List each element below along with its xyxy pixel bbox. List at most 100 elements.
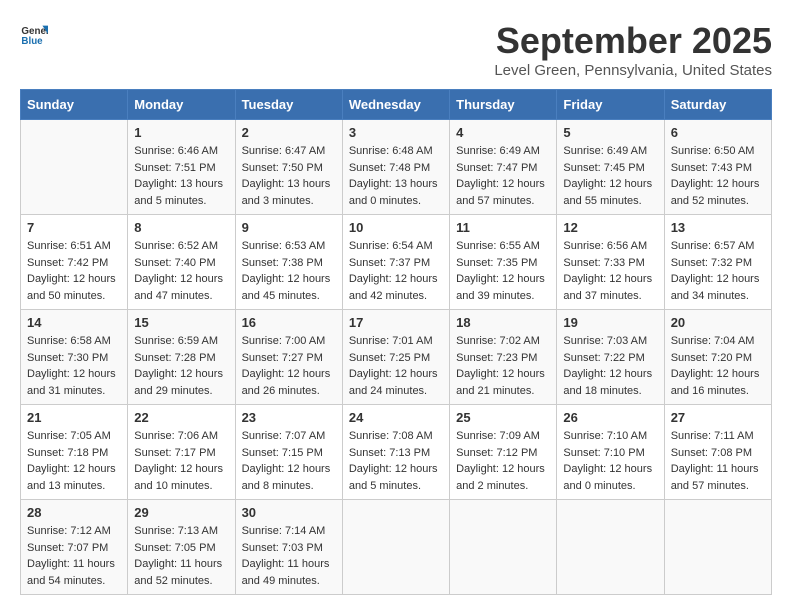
calendar-week-row: 7 Sunrise: 6:51 AM Sunset: 7:42 PM Daylig… bbox=[21, 215, 772, 310]
day-info: Sunrise: 7:01 AM Sunset: 7:25 PM Dayligh… bbox=[349, 333, 443, 399]
calendar-week-row: 21Sunrise: 7:05 AM Sunset: 7:18 PM Dayli… bbox=[21, 405, 772, 500]
days-of-week-row: SundayMondayTuesdayWednesdayThursdayFrid… bbox=[21, 90, 772, 120]
day-number: 11 bbox=[456, 220, 550, 235]
day-info: Sunrise: 7:07 AM Sunset: 7:15 PM Dayligh… bbox=[242, 428, 336, 494]
day-info: Sunrise: 6:51 AM Sunset: 7:42 PM Dayligh… bbox=[27, 238, 121, 304]
calendar-cell: 20Sunrise: 7:04 AM Sunset: 7:20 PM Dayli… bbox=[664, 310, 771, 405]
day-number: 1 bbox=[134, 125, 228, 140]
calendar-cell: 21Sunrise: 7:05 AM Sunset: 7:18 PM Dayli… bbox=[21, 405, 128, 500]
day-number: 23 bbox=[242, 410, 336, 425]
calendar-body: 1Sunrise: 6:46 AM Sunset: 7:51 PM Daylig… bbox=[21, 120, 772, 595]
day-info: Sunrise: 7:08 AM Sunset: 7:13 PM Dayligh… bbox=[349, 428, 443, 494]
calendar-cell: 25 Sunrise: 7:09 AM Sunset: 7:12 PM Dayli… bbox=[450, 405, 557, 500]
calendar-cell: 2 Sunrise: 6:47 AM Sunset: 7:50 PM Daylig… bbox=[235, 120, 342, 215]
day-number: 2 bbox=[242, 125, 336, 140]
day-number: 10 bbox=[349, 220, 443, 235]
day-number: 28 bbox=[27, 505, 121, 520]
day-info: Sunrise: 6:58 AM Sunset: 7:30 PM Dayligh… bbox=[27, 333, 121, 399]
calendar-cell: 8 Sunrise: 6:52 AM Sunset: 7:40 PM Daylig… bbox=[128, 215, 235, 310]
calendar-table: SundayMondayTuesdayWednesdayThursdayFrid… bbox=[20, 89, 772, 595]
day-number: 18 bbox=[456, 315, 550, 330]
calendar-cell: 1Sunrise: 6:46 AM Sunset: 7:51 PM Daylig… bbox=[128, 120, 235, 215]
day-of-week-header: Saturday bbox=[664, 90, 771, 120]
day-info: Sunrise: 7:05 AM Sunset: 7:18 PM Dayligh… bbox=[27, 428, 121, 494]
month-title: September 2025 bbox=[494, 20, 772, 62]
day-info: Sunrise: 7:06 AM Sunset: 7:17 PM Dayligh… bbox=[134, 428, 228, 494]
calendar-cell: 29 Sunrise: 7:13 AM Sunset: 7:05 PM Dayli… bbox=[128, 500, 235, 595]
calendar-cell: 23 Sunrise: 7:07 AM Sunset: 7:15 PM Dayli… bbox=[235, 405, 342, 500]
day-of-week-header: Tuesday bbox=[235, 90, 342, 120]
calendar-cell: 24 Sunrise: 7:08 AM Sunset: 7:13 PM Dayli… bbox=[342, 405, 449, 500]
calendar-cell: 19Sunrise: 7:03 AM Sunset: 7:22 PM Dayli… bbox=[557, 310, 664, 405]
calendar-cell: 27 Sunrise: 7:11 AM Sunset: 7:08 PM Dayli… bbox=[664, 405, 771, 500]
calendar-cell: 3 Sunrise: 6:48 AM Sunset: 7:48 PM Daylig… bbox=[342, 120, 449, 215]
calendar-cell: 10 Sunrise: 6:54 AM Sunset: 7:37 PM Dayli… bbox=[342, 215, 449, 310]
calendar-cell: 15Sunrise: 6:59 AM Sunset: 7:28 PM Dayli… bbox=[128, 310, 235, 405]
day-info: Sunrise: 6:53 AM Sunset: 7:38 PM Dayligh… bbox=[242, 238, 336, 304]
calendar-cell: 18 Sunrise: 7:02 AM Sunset: 7:23 PM Dayli… bbox=[450, 310, 557, 405]
day-number: 27 bbox=[671, 410, 765, 425]
day-number: 30 bbox=[242, 505, 336, 520]
day-info: Sunrise: 6:52 AM Sunset: 7:40 PM Dayligh… bbox=[134, 238, 228, 304]
day-info: Sunrise: 6:56 AM Sunset: 7:33 PM Dayligh… bbox=[563, 238, 657, 304]
day-info: Sunrise: 6:55 AM Sunset: 7:35 PM Dayligh… bbox=[456, 238, 550, 304]
day-info: Sunrise: 7:10 AM Sunset: 7:10 PM Dayligh… bbox=[563, 428, 657, 494]
day-number: 24 bbox=[349, 410, 443, 425]
day-info: Sunrise: 7:11 AM Sunset: 7:08 PM Dayligh… bbox=[671, 428, 765, 494]
day-info: Sunrise: 7:12 AM Sunset: 7:07 PM Dayligh… bbox=[27, 523, 121, 589]
svg-text:Blue: Blue bbox=[21, 36, 43, 47]
general-blue-logo-icon: General Blue bbox=[20, 20, 48, 48]
calendar-cell: 17 Sunrise: 7:01 AM Sunset: 7:25 PM Dayli… bbox=[342, 310, 449, 405]
calendar-header: SundayMondayTuesdayWednesdayThursdayFrid… bbox=[21, 90, 772, 120]
day-info: Sunrise: 6:50 AM Sunset: 7:43 PM Dayligh… bbox=[671, 143, 765, 209]
day-info: Sunrise: 6:54 AM Sunset: 7:37 PM Dayligh… bbox=[349, 238, 443, 304]
calendar-cell: 12Sunrise: 6:56 AM Sunset: 7:33 PM Dayli… bbox=[557, 215, 664, 310]
day-number: 14 bbox=[27, 315, 121, 330]
day-info: Sunrise: 7:14 AM Sunset: 7:03 PM Dayligh… bbox=[242, 523, 336, 589]
title-area: September 2025 Level Green, Pennsylvania… bbox=[494, 20, 772, 79]
day-number: 25 bbox=[456, 410, 550, 425]
day-info: Sunrise: 6:59 AM Sunset: 7:28 PM Dayligh… bbox=[134, 333, 228, 399]
location-subtitle: Level Green, Pennsylvania, United States bbox=[494, 62, 772, 79]
calendar-cell: 7 Sunrise: 6:51 AM Sunset: 7:42 PM Daylig… bbox=[21, 215, 128, 310]
day-number: 7 bbox=[27, 220, 121, 235]
calendar-cell: 13 Sunrise: 6:57 AM Sunset: 7:32 PM Dayli… bbox=[664, 215, 771, 310]
day-of-week-header: Sunday bbox=[21, 90, 128, 120]
calendar-cell: 9 Sunrise: 6:53 AM Sunset: 7:38 PM Daylig… bbox=[235, 215, 342, 310]
calendar-cell: 5 Sunrise: 6:49 AM Sunset: 7:45 PM Daylig… bbox=[557, 120, 664, 215]
day-info: Sunrise: 7:13 AM Sunset: 7:05 PM Dayligh… bbox=[134, 523, 228, 589]
day-info: Sunrise: 6:49 AM Sunset: 7:45 PM Dayligh… bbox=[563, 143, 657, 209]
calendar-cell: 26 Sunrise: 7:10 AM Sunset: 7:10 PM Dayli… bbox=[557, 405, 664, 500]
day-number: 3 bbox=[349, 125, 443, 140]
calendar-cell: 16Sunrise: 7:00 AM Sunset: 7:27 PM Dayli… bbox=[235, 310, 342, 405]
day-number: 13 bbox=[671, 220, 765, 235]
calendar-cell: 4Sunrise: 6:49 AM Sunset: 7:47 PM Daylig… bbox=[450, 120, 557, 215]
calendar-week-row: 1Sunrise: 6:46 AM Sunset: 7:51 PM Daylig… bbox=[21, 120, 772, 215]
day-info: Sunrise: 7:00 AM Sunset: 7:27 PM Dayligh… bbox=[242, 333, 336, 399]
calendar-cell bbox=[557, 500, 664, 595]
day-number: 17 bbox=[349, 315, 443, 330]
day-info: Sunrise: 6:57 AM Sunset: 7:32 PM Dayligh… bbox=[671, 238, 765, 304]
day-number: 8 bbox=[134, 220, 228, 235]
day-info: Sunrise: 6:47 AM Sunset: 7:50 PM Dayligh… bbox=[242, 143, 336, 209]
calendar-cell bbox=[21, 120, 128, 215]
calendar-cell: 14 Sunrise: 6:58 AM Sunset: 7:30 PM Dayli… bbox=[21, 310, 128, 405]
calendar-cell: 22Sunrise: 7:06 AM Sunset: 7:17 PM Dayli… bbox=[128, 405, 235, 500]
day-info: Sunrise: 7:02 AM Sunset: 7:23 PM Dayligh… bbox=[456, 333, 550, 399]
calendar-cell: 30 Sunrise: 7:14 AM Sunset: 7:03 PM Dayli… bbox=[235, 500, 342, 595]
day-number: 6 bbox=[671, 125, 765, 140]
day-number: 26 bbox=[563, 410, 657, 425]
day-of-week-header: Wednesday bbox=[342, 90, 449, 120]
calendar-cell bbox=[450, 500, 557, 595]
calendar-cell: 11 Sunrise: 6:55 AM Sunset: 7:35 PM Dayli… bbox=[450, 215, 557, 310]
day-info: Sunrise: 6:48 AM Sunset: 7:48 PM Dayligh… bbox=[349, 143, 443, 209]
company-logo: General Blue bbox=[20, 20, 48, 48]
day-info: Sunrise: 7:09 AM Sunset: 7:12 PM Dayligh… bbox=[456, 428, 550, 494]
calendar-cell bbox=[342, 500, 449, 595]
calendar-cell: 28 Sunrise: 7:12 AM Sunset: 7:07 PM Dayli… bbox=[21, 500, 128, 595]
day-of-week-header: Monday bbox=[128, 90, 235, 120]
day-number: 29 bbox=[134, 505, 228, 520]
day-number: 9 bbox=[242, 220, 336, 235]
day-of-week-header: Friday bbox=[557, 90, 664, 120]
day-number: 5 bbox=[563, 125, 657, 140]
